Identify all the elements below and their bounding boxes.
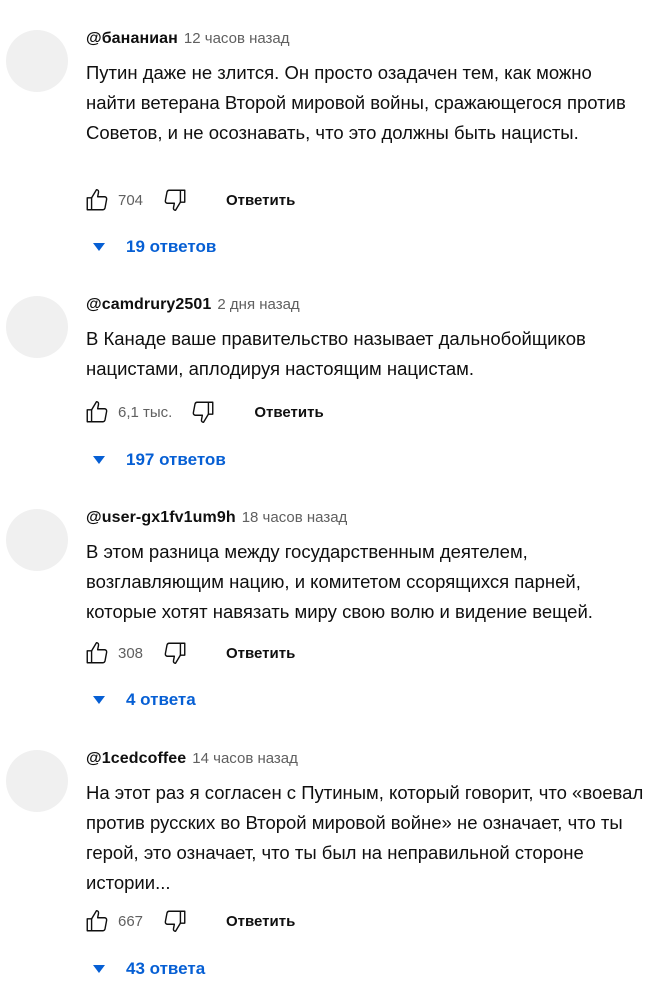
timestamp[interactable]: 14 часов назад xyxy=(192,750,298,767)
comment-actions: 308 Ответить xyxy=(82,637,295,669)
comment-header: @1cedcoffee 14 часов назад xyxy=(86,750,298,772)
like-button[interactable] xyxy=(82,906,112,936)
avatar[interactable] xyxy=(6,750,68,812)
thumb-up-icon xyxy=(86,401,108,423)
replies-label: 4 ответа xyxy=(126,690,196,709)
replies-label: 197 ответов xyxy=(126,450,226,469)
dislike-button[interactable] xyxy=(160,906,190,936)
thumb-up-icon xyxy=(86,910,108,932)
like-count: 667 xyxy=(118,912,144,930)
caret-down-icon xyxy=(93,965,105,973)
view-replies-button[interactable]: 197 ответов xyxy=(92,445,226,475)
thumb-down-icon xyxy=(164,642,186,664)
replies-label: 43 ответа xyxy=(126,959,206,978)
like-count: 704 xyxy=(118,191,144,209)
reply-button[interactable]: Ответить xyxy=(254,404,323,421)
view-replies-button[interactable]: 19 ответов xyxy=(92,232,216,262)
author-name[interactable]: @1cedcoffee xyxy=(86,750,186,768)
author-name[interactable]: @user-gx1fv1um9h xyxy=(86,509,236,527)
timestamp[interactable]: 12 часов назад xyxy=(184,30,290,47)
like-count: 6,1 тыс. xyxy=(118,403,173,421)
thumb-up-icon xyxy=(86,642,108,664)
comment-actions: 667 Ответить xyxy=(82,905,295,937)
comment-text: На этот раз я согласен с Путиным, которы… xyxy=(86,782,644,893)
caret-down-icon xyxy=(93,456,105,464)
like-button[interactable] xyxy=(82,185,112,215)
author-name[interactable]: @бананиан xyxy=(86,30,178,48)
author-name[interactable]: @camdrury2501 xyxy=(86,296,211,314)
reply-button[interactable]: Ответить xyxy=(226,645,295,662)
dislike-button[interactable] xyxy=(160,185,190,215)
dislike-button[interactable] xyxy=(160,638,190,668)
comment-header: @user-gx1fv1um9h 18 часов назад xyxy=(86,509,347,531)
comment-actions: 704 Ответить xyxy=(82,184,295,216)
timestamp[interactable]: 2 дня назад xyxy=(217,296,299,313)
like-button[interactable] xyxy=(82,638,112,668)
reply-button[interactable]: Ответить xyxy=(226,192,295,209)
dislike-button[interactable] xyxy=(188,397,218,427)
comment-text: В этом разница между государственным дея… xyxy=(86,541,593,622)
caret-down-icon xyxy=(93,696,105,704)
comment-header: @camdrury2501 2 дня назад xyxy=(86,296,300,318)
replies-label: 19 ответов xyxy=(126,237,217,256)
thumb-up-icon xyxy=(86,189,108,211)
comment-text: В Канаде ваше правительство называет дал… xyxy=(86,328,586,379)
like-button[interactable] xyxy=(82,397,112,427)
thumb-down-icon xyxy=(164,189,186,211)
view-replies-button[interactable]: 43 ответа xyxy=(92,954,205,984)
view-replies-button[interactable]: 4 ответа xyxy=(92,685,196,715)
avatar[interactable] xyxy=(6,509,68,571)
thumb-down-icon xyxy=(164,910,186,932)
reply-button[interactable]: Ответить xyxy=(226,913,295,930)
caret-down-icon xyxy=(93,243,105,251)
avatar[interactable] xyxy=(6,296,68,358)
like-count: 308 xyxy=(118,644,144,662)
comment-header: @бананиан 12 часов назад xyxy=(86,30,290,52)
comment-actions: 6,1 тыс. Ответить xyxy=(82,396,324,428)
thumb-down-icon xyxy=(192,401,214,423)
comment-text: Путин даже не злится. Он просто озадачен… xyxy=(86,62,626,143)
avatar[interactable] xyxy=(6,30,68,92)
timestamp[interactable]: 18 часов назад xyxy=(242,509,348,526)
